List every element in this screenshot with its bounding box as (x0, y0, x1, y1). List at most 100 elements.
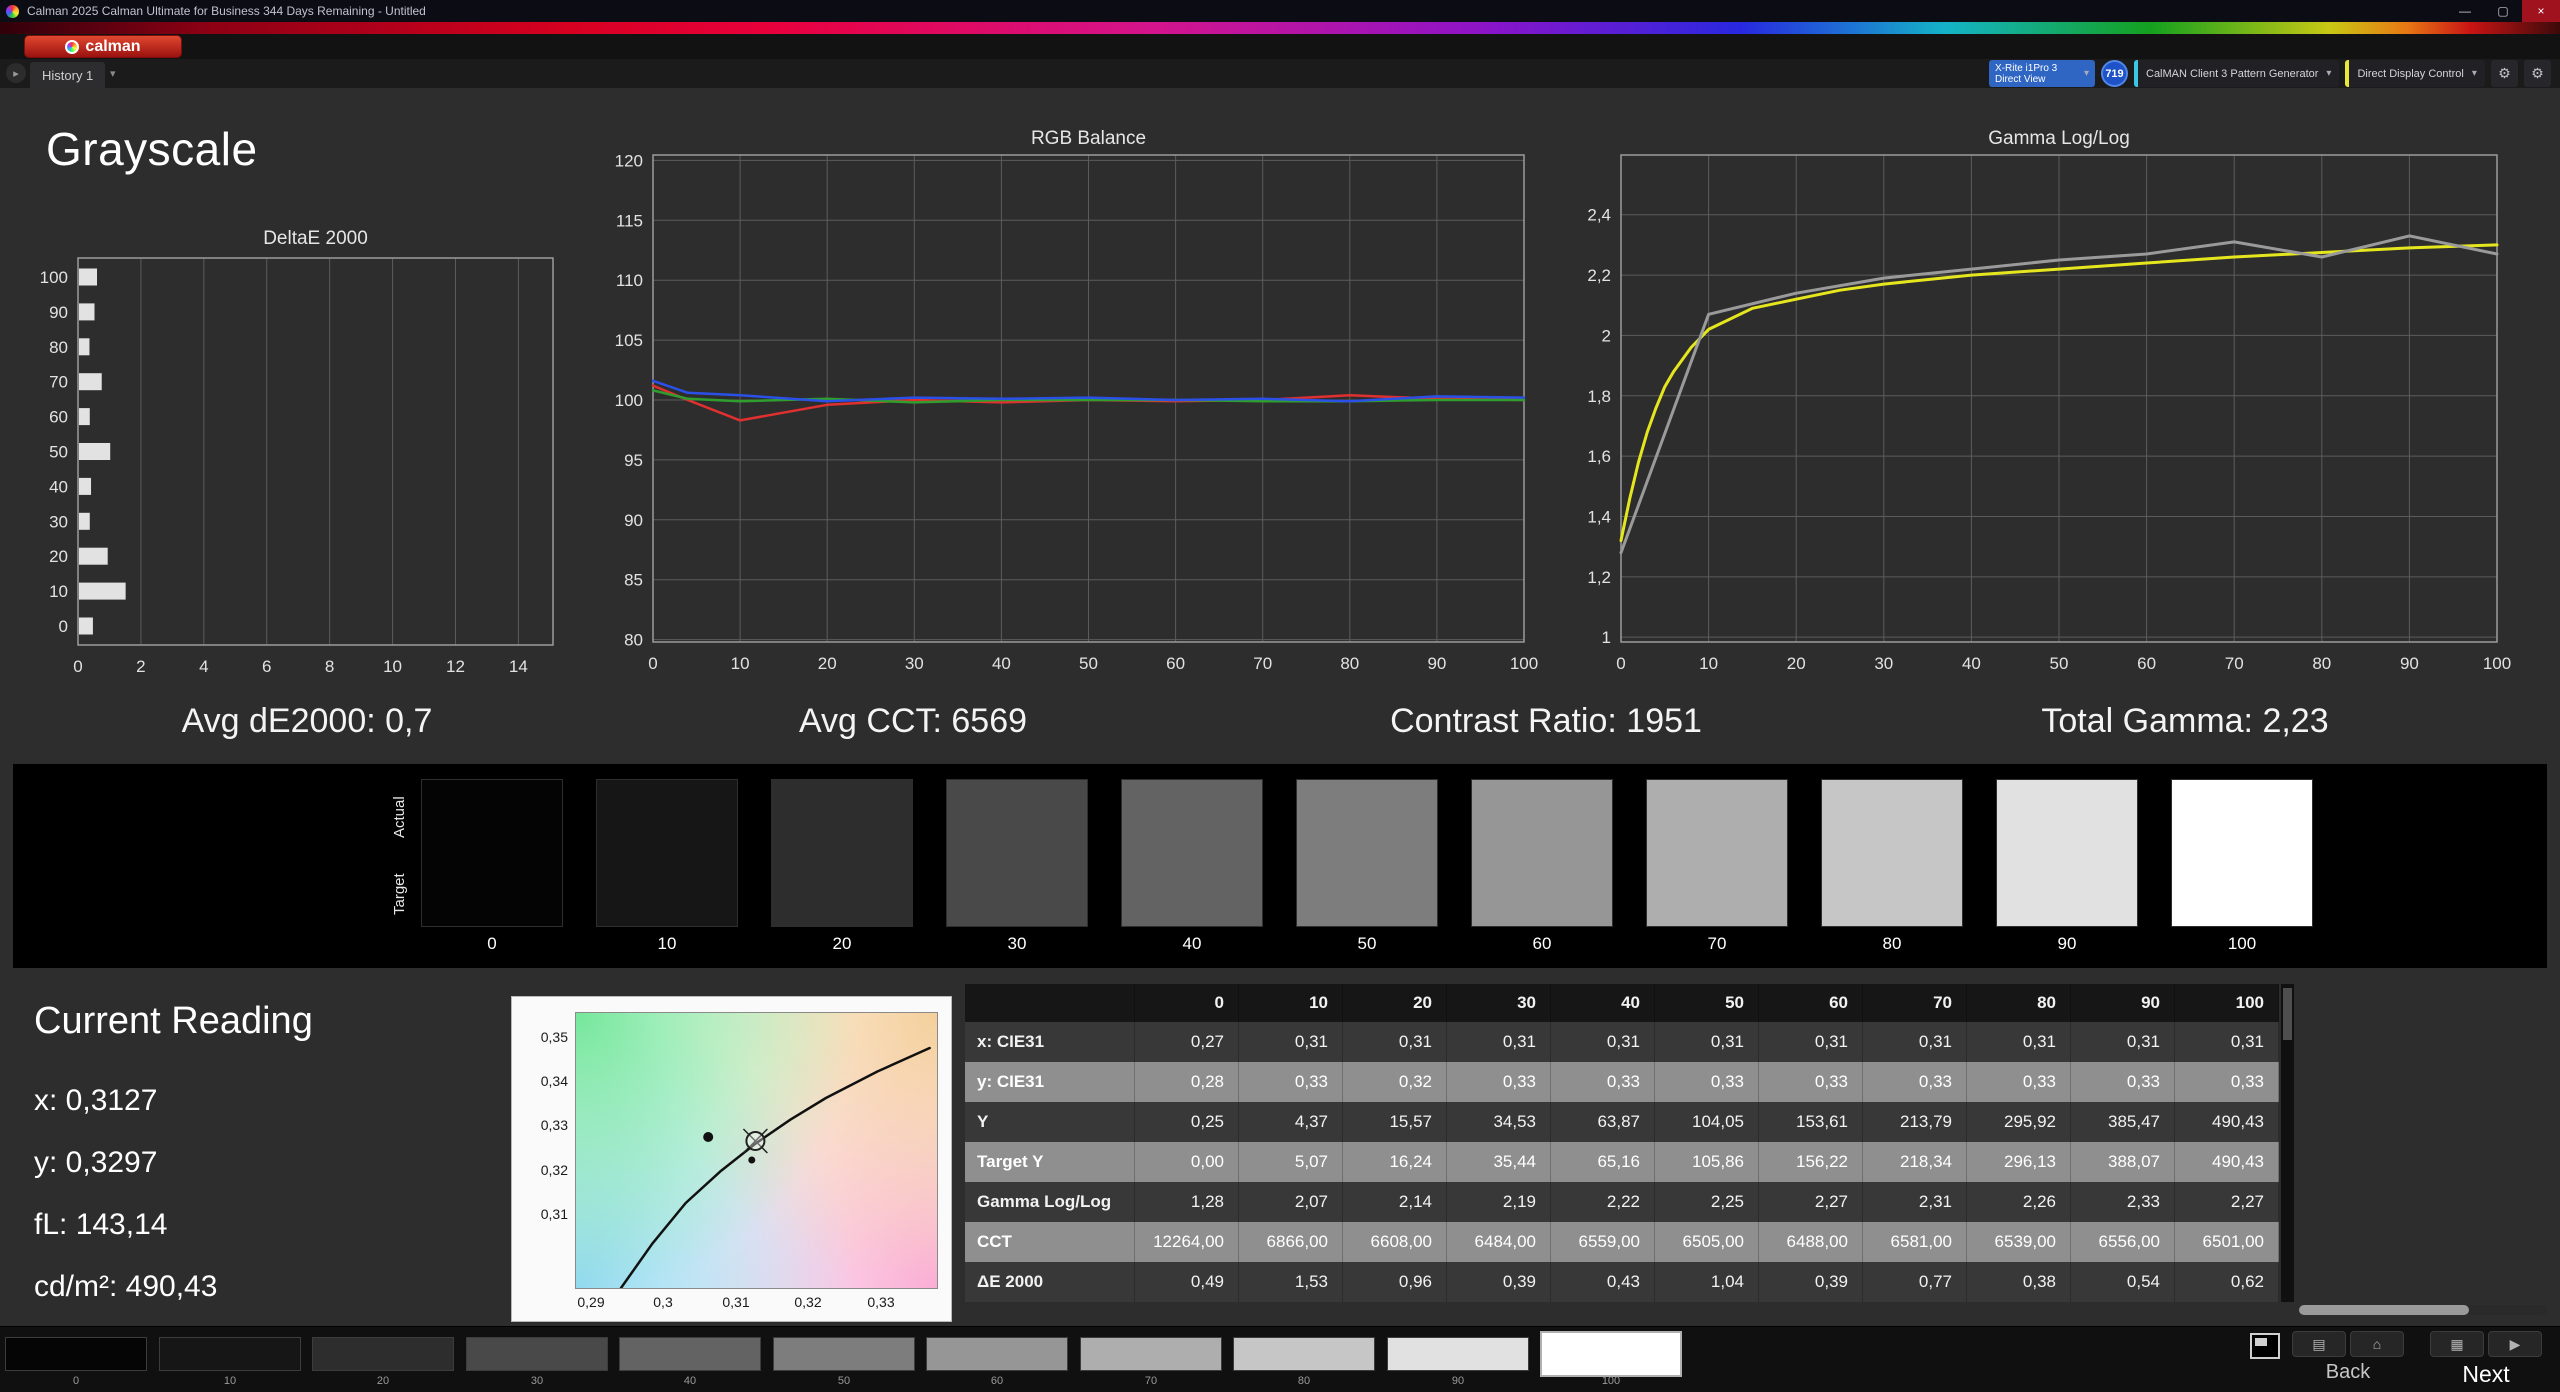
pattern-level-button-40[interactable] (619, 1337, 761, 1371)
workflow-settings-button[interactable]: ⚙ (2523, 60, 2551, 87)
tick-label: 80 (2312, 654, 2331, 673)
gamma-chart-svg: 0 10 20 30 40 50 60 70 80 90 100 1 1,2 1,4 1,6 1,8 2 2,2 2… (1587, 154, 2511, 673)
tick-label: 100 (1510, 654, 1538, 673)
next-button[interactable]: Next (2430, 1361, 2542, 1388)
pattern-generator-button[interactable]: CalMAN Client 3 Pattern Generator ▾ (2134, 60, 2340, 87)
scrollbar-handle[interactable] (2299, 1305, 2469, 1315)
pattern-level-button-20[interactable] (312, 1337, 454, 1371)
tick-label: 85 (624, 571, 643, 590)
pattern-window-icon (2255, 1338, 2267, 1346)
toolbar-row: ▸ History 1 ▾ X-Rite i1Pro 3 Direct View… (0, 59, 2560, 88)
reading-fl: fL: 143,14 (34, 1208, 168, 1241)
pattern-level-button-50[interactable] (773, 1337, 915, 1371)
tick-label: 12 (446, 657, 465, 676)
table-cell: 2,22 (1551, 1182, 1655, 1222)
tick-label: 1,4 (1587, 507, 1611, 526)
cie-x-tick: 0,3 (653, 1294, 673, 1310)
pattern-level-button-0[interactable] (5, 1337, 147, 1371)
tick-label: 60 (1166, 654, 1185, 673)
table-cell: 490,43 (2175, 1142, 2279, 1182)
cie-y-tick: 0,35 (540, 1029, 568, 1045)
table-cell: 0,31 (1343, 1022, 1447, 1062)
tick-label: 105 (615, 331, 643, 350)
table-column-header: 30 (1447, 984, 1551, 1022)
tick-label: 50 (2050, 654, 2069, 673)
calman-app-icon (6, 4, 19, 18)
grid-icon: ▦ (2450, 1335, 2464, 1352)
tick-label: 40 (49, 477, 68, 496)
table-cell: 0,77 (1863, 1262, 1967, 1302)
grayscale-swatch-40 (1121, 779, 1263, 927)
meter-select-button[interactable]: X-Rite i1Pro 3 Direct View ▾ (1989, 60, 2095, 87)
back-button[interactable]: Back (2292, 1361, 2404, 1384)
grid-tool-button[interactable]: ▦ (2430, 1331, 2484, 1357)
table-cell: 12264,00 (1135, 1222, 1239, 1262)
table-cell: 0,33 (1655, 1062, 1759, 1102)
pattern-window-button[interactable] (2250, 1333, 2280, 1359)
swatch-level-label: 0 (487, 934, 497, 953)
settings-button[interactable]: ⚙ (2490, 60, 2518, 87)
de-bar-10 (78, 581, 127, 601)
tick-label: 115 (616, 211, 643, 230)
swatch-level-label: 60 (1532, 934, 1552, 953)
table-cell: 16,24 (1343, 1142, 1447, 1182)
table-cell: 104,05 (1655, 1102, 1759, 1142)
pattern-level-label: 80 (1297, 1375, 1311, 1387)
de-bar-30 (78, 511, 91, 531)
swatch-level-label: 50 (1357, 934, 1377, 953)
maximize-button[interactable]: ▢ (2484, 0, 2522, 22)
chevron-down-icon: ▾ (2326, 68, 2332, 79)
avg-de2000-stat: Avg dE2000: 0,7 (181, 702, 433, 740)
grayscale-swatch-10 (596, 779, 738, 927)
history-nav-button[interactable]: ▸ (6, 63, 26, 83)
pattern-level-button-10[interactable] (159, 1337, 301, 1371)
grayscale-swatch-20 (771, 779, 913, 927)
layout-tool-button[interactable]: ▤ (2292, 1331, 2346, 1357)
pattern-level-button-30[interactable] (466, 1337, 608, 1371)
table-row-label: Target Y (965, 1142, 1135, 1182)
table-cell: 0,96 (1343, 1262, 1447, 1302)
pattern-level-button-80[interactable] (1233, 1337, 1375, 1371)
reading-count-badge: 719 (2101, 60, 2128, 87)
de-bar-80 (78, 337, 91, 357)
table-row: ΔE 2000 0,49 1,53 0,96 0,39 0,43 1,04 0,39 0,77 0… (965, 1262, 2279, 1302)
total-gamma-stat: Total Gamma: 2,23 (2041, 702, 2329, 740)
tick-label: 90 (49, 303, 68, 322)
results-table-header: 0 10 20 30 40 50 60 70 80 90 100 (965, 984, 2279, 1022)
table-vertical-scrollbar[interactable] (2281, 984, 2294, 1302)
table-cell: 0,39 (1447, 1262, 1551, 1302)
table-cell: 218,34 (1863, 1142, 1967, 1182)
table-cell: 213,79 (1863, 1102, 1967, 1142)
de-bar-40 (78, 476, 93, 496)
pattern-level-button-100[interactable] (1540, 1331, 1682, 1377)
tick-label: 1,2 (1587, 568, 1611, 587)
table-cell: 0,33 (1551, 1062, 1655, 1102)
pattern-level-button-90[interactable] (1387, 1337, 1529, 1371)
scrollbar-handle[interactable] (2283, 988, 2292, 1040)
pattern-level-button-70[interactable] (1080, 1337, 1222, 1371)
pattern-level-label: 0 (72, 1375, 80, 1387)
tab-dropdown-button[interactable]: ▾ (110, 67, 116, 80)
table-cell: 0,33 (1863, 1062, 1967, 1102)
display-control-button[interactable]: Direct Display Control ▾ (2345, 60, 2485, 87)
swatch-level-label: 100 (2227, 934, 2257, 953)
close-button[interactable]: × (2522, 0, 2560, 22)
calman-logo-button[interactable]: calman (24, 35, 182, 58)
window-title: Calman 2025 Calman Ultimate for Business… (27, 4, 426, 18)
home-tool-button[interactable]: ⌂ (2350, 1331, 2404, 1357)
table-cell: 156,22 (1759, 1142, 1863, 1182)
table-cell: 0,33 (1239, 1062, 1343, 1102)
table-column-header: 80 (1967, 984, 2071, 1022)
table-cell: 153,61 (1759, 1102, 1863, 1142)
table-cell: 0,25 (1135, 1102, 1239, 1142)
table-cell: 15,57 (1343, 1102, 1447, 1142)
play-tool-button[interactable]: ▶ (2488, 1331, 2542, 1357)
tick-label: 70 (49, 373, 68, 392)
daylight-locus-curve (619, 1046, 931, 1288)
table-cell: 1,28 (1135, 1182, 1239, 1222)
pattern-level-button-60[interactable] (926, 1337, 1068, 1371)
table-cell: 6539,00 (1967, 1222, 2071, 1262)
minimize-button[interactable]: — (2446, 0, 2484, 22)
table-horizontal-scrollbar[interactable] (2299, 1305, 2547, 1315)
tab-history-1[interactable]: History 1 (30, 62, 106, 88)
